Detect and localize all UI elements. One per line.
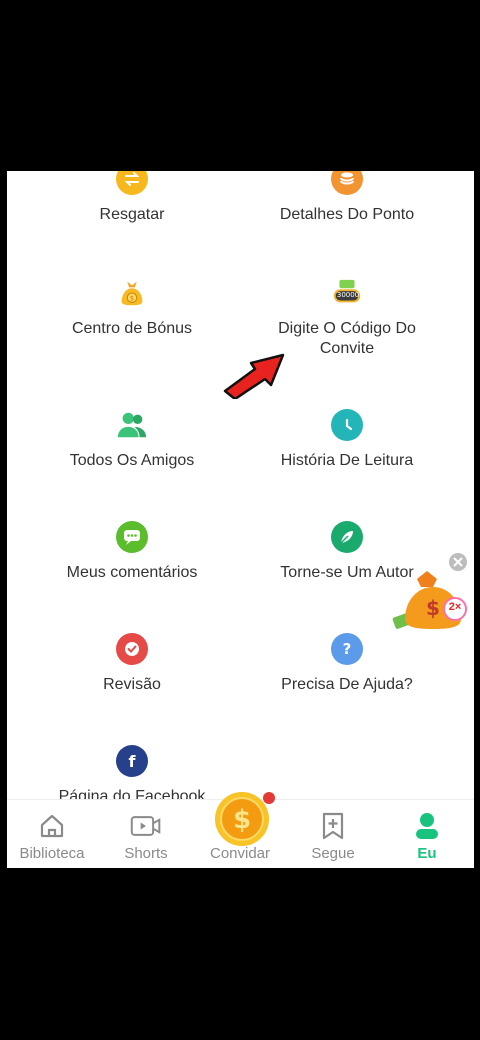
menu-label: Todos Os Amigos bbox=[69, 452, 195, 469]
person-icon bbox=[411, 810, 443, 842]
money-bag-icon: $ bbox=[392, 553, 467, 629]
svg-text:?: ? bbox=[343, 640, 352, 658]
menu-label: Página do Facebook bbox=[58, 788, 206, 799]
tab-biblioteca[interactable]: Biblioteca bbox=[7, 800, 97, 868]
video-camera-icon bbox=[130, 810, 162, 842]
floating-bonus-widget[interactable]: $ 2× bbox=[387, 549, 474, 649]
coins-icon bbox=[331, 171, 363, 195]
menu-item-centro-bonus[interactable]: $ Centro de Bónus bbox=[32, 277, 232, 339]
app-screen: Resgatar Detalhes Do Ponto $ Centro de B… bbox=[7, 171, 474, 868]
menu-label: História De Leitura bbox=[280, 452, 414, 469]
menu-grid: Resgatar Detalhes Do Ponto $ Centro de B… bbox=[7, 171, 474, 799]
comment-icon bbox=[116, 521, 148, 553]
facebook-icon: f bbox=[116, 745, 148, 777]
code-badge-text: 30000 bbox=[336, 291, 360, 299]
notification-dot bbox=[263, 792, 275, 804]
tab-shorts[interactable]: Shorts bbox=[101, 800, 191, 868]
svg-text:$: $ bbox=[233, 805, 251, 835]
tab-label: Shorts bbox=[124, 845, 168, 862]
tab-label: Biblioteca bbox=[19, 845, 85, 862]
menu-item-meus-comentarios[interactable]: Meus comentários bbox=[32, 521, 232, 583]
menu-item-detalhes-ponto[interactable]: Detalhes Do Ponto bbox=[247, 171, 447, 225]
menu-label: Centro de Bónus bbox=[71, 320, 193, 337]
money-bag-icon: $ bbox=[116, 277, 148, 309]
menu-label: Precisa De Ajuda? bbox=[281, 676, 413, 693]
tab-segue[interactable]: Segue bbox=[288, 800, 378, 868]
menu-label: Digite O Código Do Convite bbox=[278, 320, 416, 357]
multiplier-badge: 2× bbox=[448, 601, 462, 613]
menu-label: Resgatar bbox=[99, 206, 165, 223]
tab-label: Segue bbox=[311, 845, 355, 862]
check-badge-icon bbox=[116, 633, 148, 665]
menu-item-historia-leitura[interactable]: História De Leitura bbox=[247, 409, 447, 471]
menu-item-todos-amigos[interactable]: Todos Os Amigos bbox=[32, 409, 232, 471]
bottom-tab-bar: Biblioteca Shorts Convidar Segue Eu $ bbox=[7, 792, 474, 868]
menu-label: Revisão bbox=[103, 676, 161, 693]
menu-item-facebook[interactable]: f Página do Facebook bbox=[32, 745, 232, 799]
menu-item-revisao[interactable]: Revisão bbox=[32, 633, 232, 695]
feather-pen-icon bbox=[331, 521, 363, 553]
home-icon bbox=[36, 810, 68, 842]
bookmark-add-icon bbox=[317, 810, 349, 842]
menu-label: Detalhes Do Ponto bbox=[279, 206, 415, 223]
tab-label: Eu bbox=[417, 845, 437, 862]
svg-text:$: $ bbox=[130, 295, 134, 303]
question-icon: ? bbox=[331, 633, 363, 665]
menu-label: Meus comentários bbox=[66, 564, 198, 581]
menu-item-resgatar[interactable]: Resgatar bbox=[32, 171, 232, 225]
exchange-icon bbox=[116, 171, 148, 195]
gift-code-icon: 30000 bbox=[331, 277, 363, 309]
tab-eu[interactable]: Eu bbox=[382, 800, 472, 868]
svg-text:f: f bbox=[129, 752, 137, 771]
clock-icon bbox=[331, 409, 363, 441]
svg-text:$: $ bbox=[426, 596, 440, 620]
pointer-arrow-icon bbox=[223, 353, 285, 399]
menu-item-digite-codigo[interactable]: 30000 Digite O Código Do Convite bbox=[247, 277, 447, 359]
friends-icon bbox=[116, 409, 148, 441]
